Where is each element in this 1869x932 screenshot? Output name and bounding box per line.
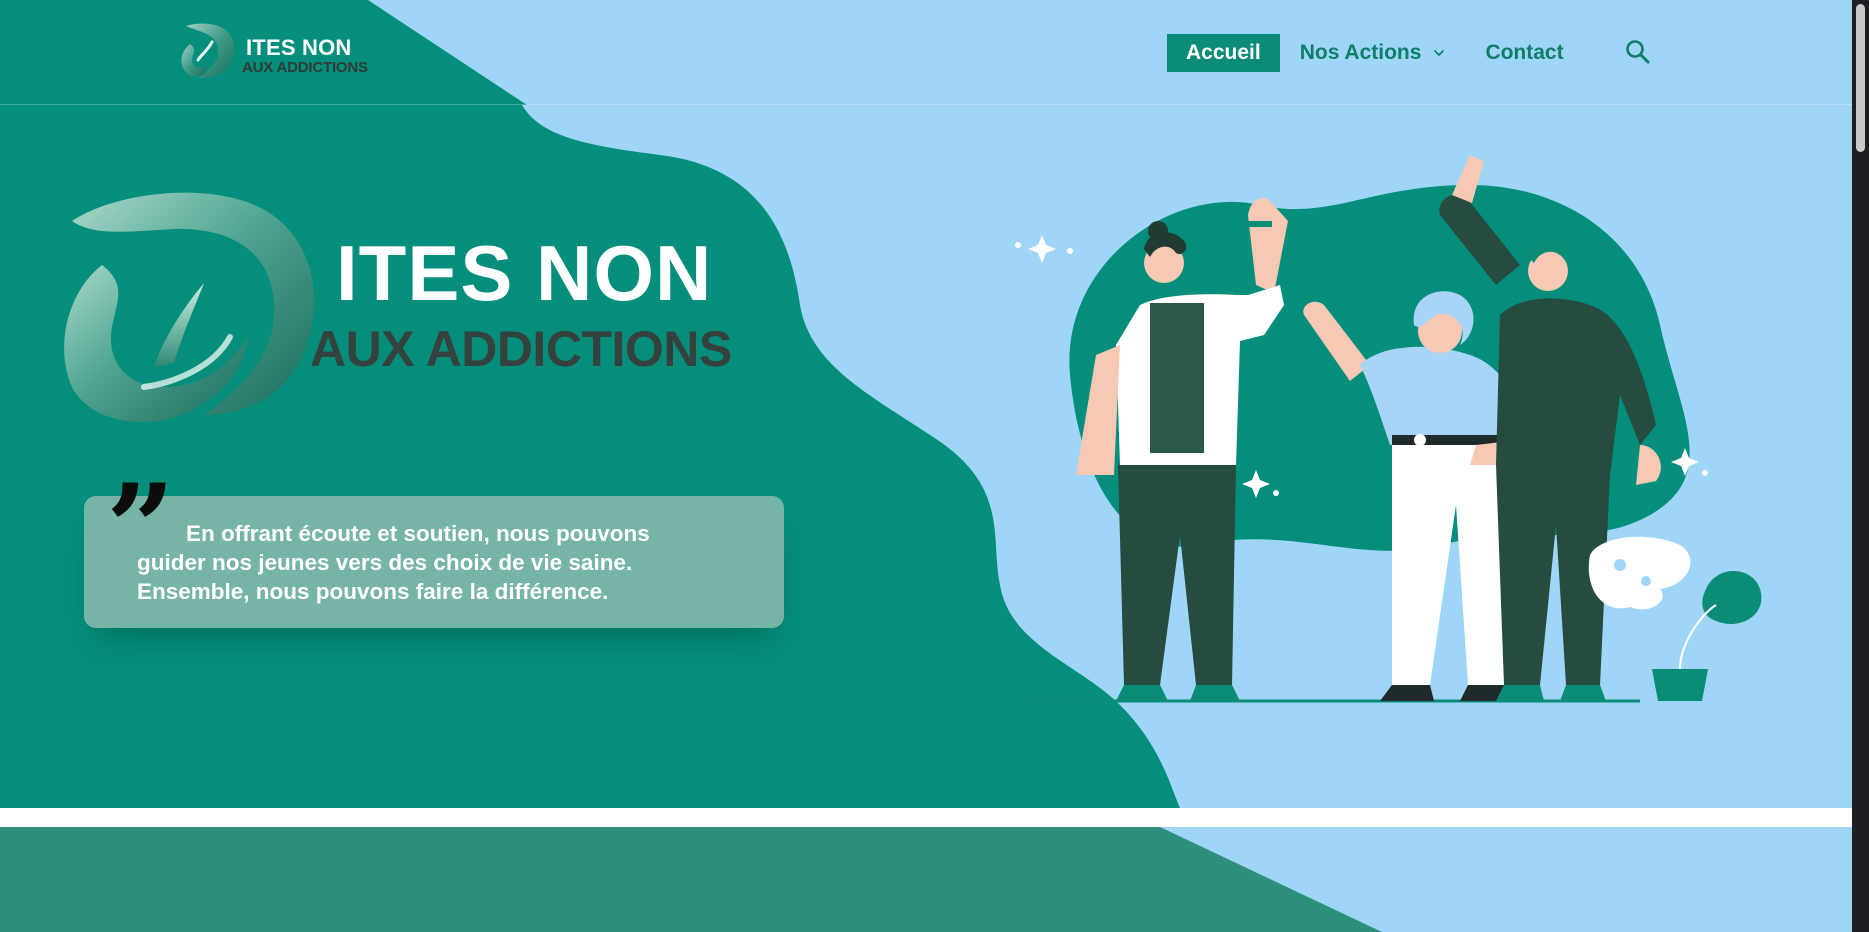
- quote-line: guider nos jeunes vers des choix de vie …: [137, 550, 633, 575]
- nav-item-nos-actions[interactable]: Nos Actions: [1280, 34, 1466, 72]
- nav-item-label: Nos Actions: [1299, 41, 1422, 64]
- section-divider: [0, 808, 1852, 827]
- hero-logo-swirl-icon: [64, 192, 314, 423]
- nav-item-label: Accueil: [1186, 41, 1261, 64]
- nav-item-label: Contact: [1485, 41, 1564, 64]
- site-logo[interactable]: ITES NON AUX ADDICTIONS: [176, 20, 376, 82]
- three-people-illustration: [1015, 155, 1762, 703]
- chevron-down-icon: [1434, 50, 1445, 56]
- main-nav: Accueil Nos Actions Contact: [1167, 34, 1584, 72]
- nav-item-accueil[interactable]: Accueil: [1167, 34, 1280, 72]
- scrollbar-thumb[interactable]: [1856, 4, 1865, 152]
- hero-banner: ITES NON AUX ADDICTIONS En offrant écout…: [0, 105, 1852, 808]
- vertical-scrollbar[interactable]: [1852, 0, 1869, 932]
- logo-text-line1: ITES NON: [246, 35, 352, 60]
- next-section-teal-shape: [0, 827, 1382, 932]
- search-icon[interactable]: [1624, 38, 1652, 66]
- quote-mark-icon: ”: [106, 458, 176, 599]
- site-header: ITES NON AUX ADDICTIONS Accueil Nos Acti…: [0, 0, 1852, 105]
- quote-line: En offrant écoute et soutien, nous pouvo…: [186, 521, 650, 546]
- hero-title-line2: AUX ADDICTIONS: [310, 321, 732, 377]
- nav-item-contact[interactable]: Contact: [1465, 34, 1583, 72]
- page-viewport: ITES NON AUX ADDICTIONS Accueil Nos Acti…: [0, 0, 1852, 932]
- plant-decoration: [1588, 536, 1762, 701]
- hero-logo: ITES NON AUX ADDICTIONS: [54, 187, 834, 427]
- next-section: [0, 827, 1852, 932]
- hero-title-line1: ITES NON: [336, 229, 713, 317]
- logo-text-line2: AUX ADDICTIONS: [242, 59, 368, 76]
- logo-swirl-icon: [181, 23, 234, 79]
- quote-line: Ensemble, nous pouvons faire la différen…: [137, 579, 609, 604]
- quote-card: En offrant écoute et soutien, nous pouvo…: [84, 496, 784, 628]
